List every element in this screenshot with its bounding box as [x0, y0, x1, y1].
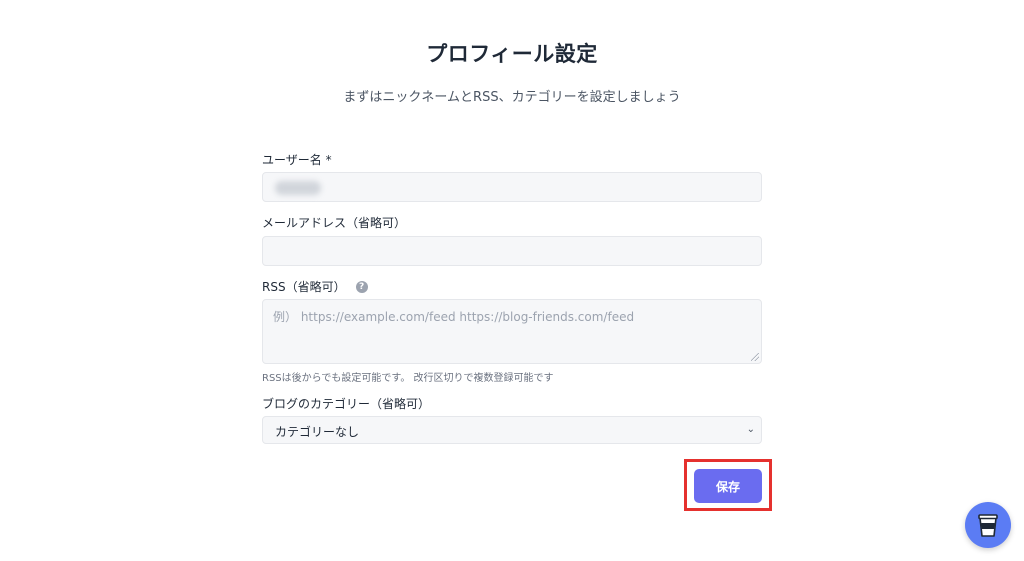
- category-select[interactable]: カテゴリーなし ⌄: [262, 416, 762, 444]
- email-label: メールアドレス（省略可）: [262, 214, 406, 231]
- coffee-cup-icon: [978, 514, 998, 537]
- rss-label-text: RSS（省略可）: [262, 280, 346, 294]
- chevron-down-icon: ⌄: [746, 424, 755, 435]
- coffee-fab-button[interactable]: [965, 502, 1011, 548]
- rss-label: RSS（省略可） ?: [262, 278, 368, 295]
- resize-handle-icon[interactable]: [751, 353, 759, 361]
- category-label-text: ブログのカテゴリー（省略可）: [262, 397, 431, 411]
- rss-placeholder: 例） https://example.com/feed https://blog…: [273, 310, 635, 324]
- email-label-text: メールアドレス（省略可）: [262, 216, 407, 230]
- username-value-blurred: [275, 181, 321, 195]
- username-field[interactable]: [262, 172, 762, 202]
- category-label: ブログのカテゴリー（省略可）: [262, 395, 430, 412]
- category-selected-value: カテゴリーなし: [275, 425, 360, 439]
- page-title: プロフィール設定: [426, 42, 598, 66]
- username-label-text: ユーザー名 *: [262, 153, 332, 167]
- save-button[interactable]: 保存: [694, 469, 762, 503]
- rss-hint: RSSは後からでも設定可能です。 改行区切りで複数登録可能です: [262, 373, 554, 384]
- email-field[interactable]: [262, 236, 762, 266]
- page-subtitle: まずはニックネームとRSS、カテゴリーを設定しましょう: [343, 90, 681, 105]
- rss-textarea[interactable]: 例） https://example.com/feed https://blog…: [262, 299, 762, 364]
- question-circle-icon[interactable]: ?: [355, 280, 368, 293]
- username-label: ユーザー名 *: [262, 151, 332, 168]
